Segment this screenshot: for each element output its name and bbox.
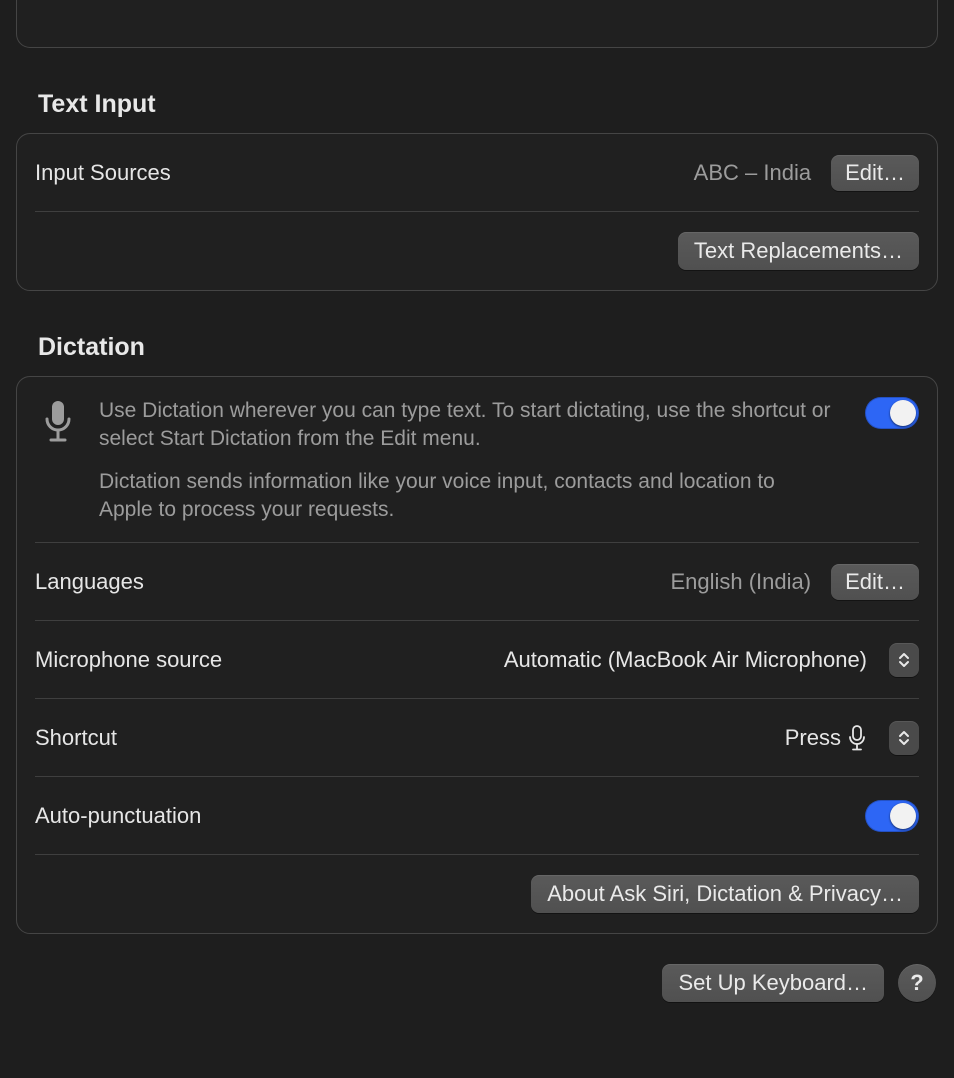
languages-row: Languages English (India) Edit… [35,543,919,621]
microphone-source-select[interactable] [889,643,919,677]
languages-edit-button[interactable]: Edit… [831,564,919,600]
dictation-description-primary: Use Dictation wherever you can type text… [99,397,833,454]
shortcut-label: Shortcut [35,725,117,751]
dictation-description-text: Use Dictation wherever you can type text… [99,397,847,524]
auto-punctuation-label: Auto-punctuation [35,803,201,829]
dictation-description-row: Use Dictation wherever you can type text… [35,377,919,543]
setup-keyboard-button[interactable]: Set Up Keyboard… [662,964,884,1002]
dictation-description-secondary: Dictation sends information like your vo… [99,468,833,525]
auto-punctuation-row: Auto-punctuation [35,777,919,855]
microphone-icon [35,397,81,443]
previous-section-panel [16,0,938,48]
microphone-small-icon [847,725,867,751]
text-replacements-button[interactable]: Text Replacements… [678,232,919,270]
text-replacements-row: Text Replacements… [35,212,919,290]
languages-value: English (India) [670,569,811,595]
page-footer: Set Up Keyboard… ? [16,964,936,1002]
help-button[interactable]: ? [898,964,936,1002]
microphone-source-value: Automatic (MacBook Air Microphone) [504,647,867,673]
updown-chevron-icon [898,651,910,669]
shortcut-value: Press [785,725,841,751]
text-input-panel: Input Sources ABC – India Edit… Text Rep… [16,133,938,291]
dictation-enable-toggle[interactable] [865,397,919,429]
input-sources-label: Input Sources [35,160,171,186]
input-sources-edit-button[interactable]: Edit… [831,155,919,191]
dictation-panel: Use Dictation wherever you can type text… [16,376,938,934]
microphone-source-label: Microphone source [35,647,222,673]
shortcut-select[interactable] [889,721,919,755]
dictation-privacy-button[interactable]: About Ask Siri, Dictation & Privacy… [531,875,919,913]
shortcut-value-container: Press [785,725,867,751]
dictation-privacy-row: About Ask Siri, Dictation & Privacy… [35,855,919,933]
updown-chevron-icon [898,729,910,747]
input-sources-row: Input Sources ABC – India Edit… [35,134,919,212]
dictation-heading: Dictation [38,333,938,362]
auto-punctuation-toggle[interactable] [865,800,919,832]
microphone-source-row: Microphone source Automatic (MacBook Air… [35,621,919,699]
shortcut-row: Shortcut Press [35,699,919,777]
text-input-heading: Text Input [38,90,938,119]
input-sources-value: ABC – India [694,160,811,186]
languages-label: Languages [35,569,144,595]
